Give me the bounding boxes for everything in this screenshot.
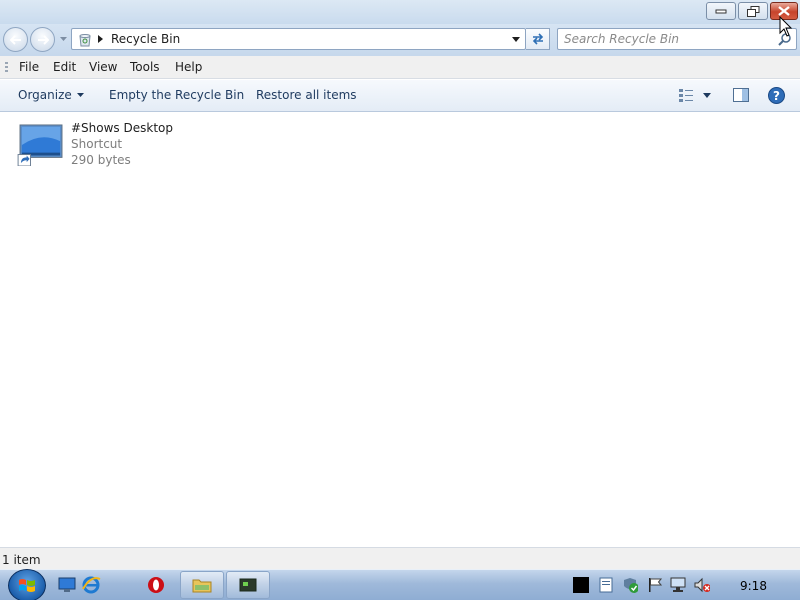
console-icon: [573, 577, 589, 593]
list-item[interactable]: #Shows Desktop Shortcut 290 bytes: [16, 121, 216, 173]
help-button[interactable]: ?: [768, 87, 785, 104]
menu-bar: File Edit View Tools Help: [0, 56, 800, 79]
view-options-icon: [679, 89, 693, 102]
menu-grip: [5, 62, 8, 74]
chevron-down-icon: [76, 92, 84, 97]
desktop-shortcut-icon: [17, 124, 63, 166]
document-icon: [599, 577, 613, 593]
clock[interactable]: 9:18: [740, 579, 767, 593]
file-name: #Shows Desktop: [71, 121, 173, 135]
status-bar: 1 item: [0, 547, 800, 569]
application-icon: [239, 578, 257, 592]
refresh-button[interactable]: [526, 28, 550, 50]
title-bar: [0, 0, 800, 24]
svg-text:?: ?: [773, 89, 780, 103]
tray-security[interactable]: [622, 577, 638, 593]
desktop-icon: [58, 577, 76, 592]
menu-help[interactable]: Help: [174, 60, 203, 74]
search-box[interactable]: [557, 28, 797, 50]
network-icon: [670, 577, 686, 592]
organize-button[interactable]: Organize: [18, 88, 84, 102]
navigation-bar: Recycle Bin: [0, 24, 800, 56]
arrow-right-icon: [37, 34, 49, 45]
forward-button[interactable]: [30, 27, 55, 52]
item-count: 1 item: [2, 553, 41, 567]
preview-pane-icon: [733, 88, 749, 102]
taskbar-app-window[interactable]: [226, 571, 270, 599]
view-dropdown-button[interactable]: [703, 93, 711, 98]
address-dropdown-icon[interactable]: [512, 37, 520, 42]
menu-view[interactable]: View: [88, 60, 118, 74]
opera-icon: [148, 577, 164, 593]
search-input[interactable]: [564, 31, 769, 47]
folder-icon: [192, 579, 212, 593]
preview-pane-button[interactable]: [733, 87, 749, 103]
refresh-icon: [532, 33, 543, 45]
restore-icon: [746, 5, 759, 17]
opera-quicklaunch[interactable]: [144, 573, 168, 597]
command-bar: Organize Empty the Recycle Bin Restore a…: [0, 80, 800, 112]
tray-network[interactable]: [670, 577, 686, 593]
tray-document[interactable]: [598, 577, 614, 593]
minimize-button[interactable]: [706, 2, 736, 20]
help-icon: ?: [768, 87, 785, 104]
recycle-bin-icon: [79, 34, 91, 47]
menu-file[interactable]: File: [18, 60, 40, 74]
close-icon: [778, 6, 790, 16]
breadcrumb-recycle-bin[interactable]: Recycle Bin: [111, 32, 180, 46]
tray-console[interactable]: [573, 577, 589, 593]
menu-edit[interactable]: Edit: [52, 60, 77, 74]
show-desktop-quicklaunch[interactable]: [55, 573, 79, 597]
chevron-down-icon: [703, 93, 711, 98]
address-bar[interactable]: Recycle Bin: [71, 28, 526, 50]
back-button[interactable]: [3, 27, 28, 52]
arrow-left-icon: [9, 34, 21, 45]
volume-muted-icon: [694, 577, 710, 593]
minimize-icon: [715, 9, 727, 14]
tray-volume[interactable]: [694, 577, 710, 593]
file-size: 290 bytes: [71, 153, 131, 167]
file-type: Shortcut: [71, 137, 123, 151]
start-button[interactable]: [8, 569, 46, 600]
restore-all-items-button[interactable]: Restore all items: [256, 88, 357, 102]
file-list[interactable]: #Shows Desktop Shortcut 290 bytes: [0, 113, 800, 547]
change-view-button[interactable]: [678, 87, 694, 103]
windows-logo-icon: [19, 578, 35, 592]
taskbar: 9:18: [0, 569, 800, 600]
mouse-cursor-icon: [779, 16, 793, 37]
restore-button[interactable]: [738, 2, 768, 20]
empty-recycle-bin-button[interactable]: Empty the Recycle Bin: [109, 88, 244, 102]
internet-explorer-quicklaunch[interactable]: [79, 573, 103, 597]
restore-all-items-label: Restore all items: [256, 88, 357, 102]
taskbar-explorer-window[interactable]: [180, 571, 224, 599]
menu-tools[interactable]: Tools: [129, 60, 161, 74]
organize-label: Organize: [18, 88, 72, 102]
security-check-icon: [624, 578, 638, 593]
empty-recycle-bin-label: Empty the Recycle Bin: [109, 88, 245, 102]
breadcrumb-arrow-icon[interactable]: [98, 35, 104, 43]
flag-icon: [649, 578, 662, 592]
tray-action-center[interactable]: [647, 577, 663, 593]
recent-pages-dropdown[interactable]: [60, 37, 67, 42]
internet-explorer-icon: [82, 576, 101, 594]
